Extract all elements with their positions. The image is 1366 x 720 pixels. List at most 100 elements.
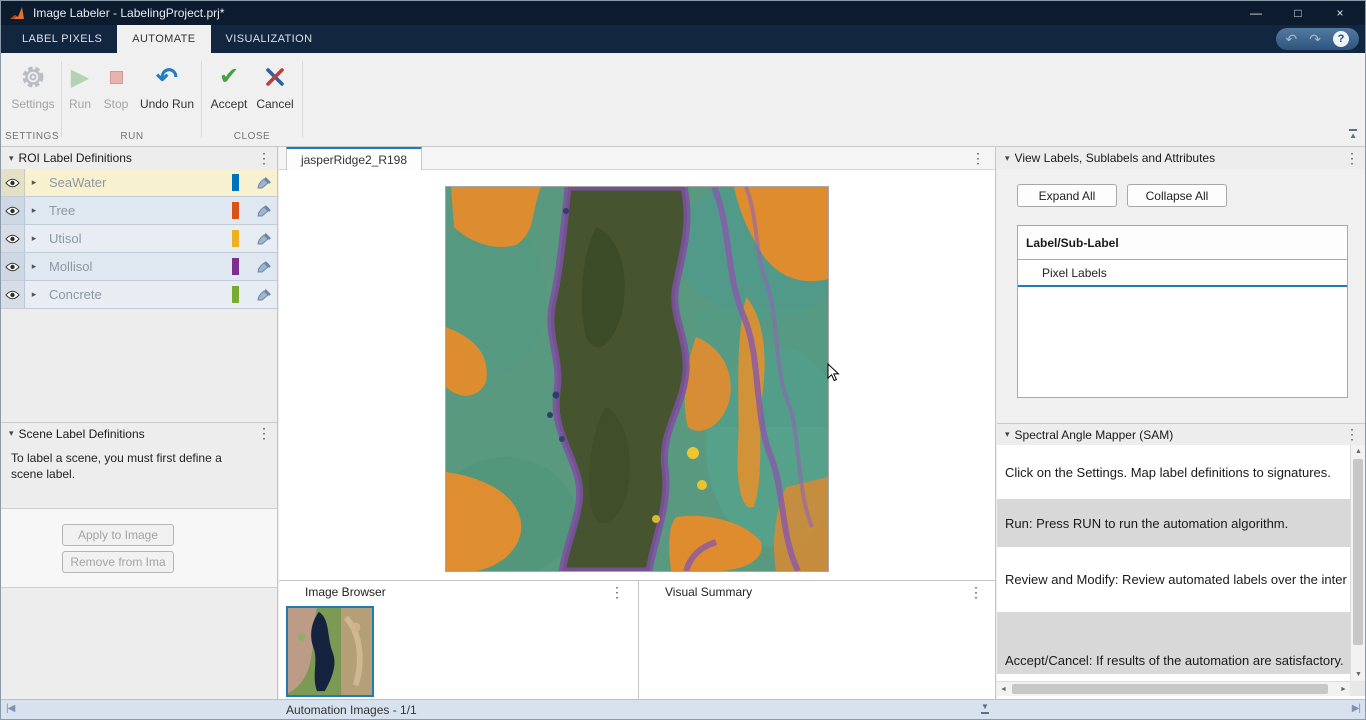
kebab-menu-icon[interactable]: ⋮ (969, 584, 983, 601)
browser-strip: Image Browser ⋮ Visual Summary ⋮ (279, 580, 995, 699)
sam-body: Click on the Settings. Map label definit… (997, 445, 1365, 699)
collapse-all-button[interactable]: Collapse All (1127, 184, 1227, 207)
horizontal-scrollbar[interactable]: ◄ ► (997, 681, 1350, 696)
cancel-label: Cancel (256, 97, 294, 111)
collapse-caret-icon[interactable]: ▾ (9, 153, 14, 164)
color-swatch[interactable] (232, 286, 239, 303)
scroll-up-icon[interactable]: ▲ (1352, 445, 1365, 458)
close-button[interactable]: × (1333, 1, 1347, 25)
brush-icon[interactable] (251, 288, 277, 302)
sam-step[interactable]: Run: Press RUN to run the automation alg… (997, 499, 1350, 547)
apply-to-image-button[interactable]: Apply to Image (62, 523, 174, 546)
minimize-button[interactable]: — (1249, 1, 1263, 25)
mouse-cursor (827, 363, 840, 382)
expander-icon[interactable]: ▸ (25, 289, 43, 300)
play-icon: ▶ (70, 63, 90, 91)
collapse-caret-icon[interactable]: ▾ (9, 428, 14, 439)
cancel-button[interactable]: Cancel (253, 61, 297, 111)
gear-icon (20, 61, 46, 93)
sam-step[interactable]: Click on the Settings. Map label definit… (997, 445, 1350, 499)
color-swatch[interactable] (232, 202, 239, 219)
stop-label: Stop (103, 97, 129, 111)
roi-label-row-tree[interactable]: ▸ Tree (1, 197, 277, 225)
redo-icon[interactable]: ↷ (1309, 32, 1321, 46)
document-tab[interactable]: jasperRidge2_R198 (286, 147, 422, 170)
classification-image[interactable] (445, 186, 829, 572)
eye-icon[interactable] (1, 197, 25, 224)
help-icon[interactable]: ? (1333, 31, 1349, 47)
stop-icon (109, 61, 123, 93)
horizontal-scroll-thumb[interactable] (1012, 684, 1328, 694)
color-swatch[interactable] (232, 174, 239, 191)
expander-icon[interactable]: ▸ (25, 261, 43, 272)
roi-label-name: Concrete (49, 287, 102, 302)
eye-icon[interactable] (1, 169, 25, 196)
scroll-right-icon[interactable]: ► (1337, 683, 1350, 696)
roi-label-row-concrete[interactable]: ▸ Concrete (1, 281, 277, 309)
vertical-scrollbar[interactable]: ▲ ▼ (1350, 445, 1365, 681)
expander-icon[interactable]: ▸ (25, 233, 43, 244)
table-row-pixel-labels[interactable]: Pixel Labels (1018, 260, 1347, 287)
accept-label: Accept (210, 97, 248, 111)
image-canvas[interactable] (279, 170, 995, 580)
tab-visualization[interactable]: VISUALIZATION (211, 25, 328, 53)
kebab-menu-icon[interactable]: ⋮ (1345, 150, 1359, 167)
kebab-menu-icon[interactable]: ⋮ (1345, 426, 1359, 443)
view-labels-panel-header: ▾ View Labels, Sublabels and Attributes … (997, 147, 1365, 169)
brush-icon[interactable] (251, 260, 277, 274)
eye-icon[interactable] (1, 253, 25, 280)
brush-icon[interactable] (251, 232, 277, 246)
undo-icon[interactable]: ↶ (1286, 32, 1298, 46)
scene-panel-title: Scene Label Definitions (18, 426, 145, 441)
maximize-button[interactable]: □ (1291, 1, 1305, 25)
expand-all-button[interactable]: Expand All (1017, 184, 1117, 207)
expander-icon[interactable]: ▸ (25, 205, 43, 216)
toolbar-divider (61, 61, 62, 137)
titlebar: Image Labeler - LabelingProject.prj* — □… (1, 1, 1365, 25)
label-sublabel-table: Label/Sub-Label Pixel Labels (1017, 225, 1348, 398)
kebab-menu-icon[interactable]: ⋮ (971, 150, 985, 167)
color-swatch[interactable] (232, 230, 239, 247)
expander-icon[interactable]: ▸ (25, 177, 43, 188)
tab-label-pixels[interactable]: LABEL PIXELS (7, 25, 117, 53)
tab-automate[interactable]: AUTOMATE (117, 25, 211, 53)
sam-panel-title: Spectral Angle Mapper (SAM) (1014, 427, 1174, 442)
undo-run-button[interactable]: ↶ Undo Run (135, 61, 199, 111)
toolbar-divider (302, 61, 303, 137)
scroll-left-icon[interactable]: ◄ (997, 683, 1010, 696)
stop-button[interactable]: Stop (99, 61, 133, 111)
kebab-menu-icon[interactable]: ⋮ (257, 150, 271, 167)
kebab-menu-icon[interactable]: ⋮ (610, 584, 624, 601)
last-image-icon[interactable]: ▶| (1352, 703, 1361, 714)
sam-step[interactable]: Accept/Cancel: If results of the automat… (997, 612, 1350, 674)
scroll-down-icon[interactable]: ▼ (1352, 668, 1365, 681)
collapse-caret-icon[interactable]: ▾ (1005, 153, 1010, 164)
run-button[interactable]: ▶ Run (63, 61, 97, 112)
roi-label-name: Tree (49, 203, 76, 218)
brush-icon[interactable] (251, 204, 277, 218)
roi-label-row-utisol[interactable]: ▸ Utisol (1, 225, 277, 253)
collapse-caret-icon[interactable]: ▾ (1005, 429, 1010, 440)
collapse-toolstrip-icon[interactable]: ▲ (1349, 129, 1357, 140)
accept-button[interactable]: ✔ Accept (207, 61, 251, 112)
roi-label-row-mollisol[interactable]: ▸ Mollisol (1, 253, 277, 281)
thumbnail-image[interactable] (286, 606, 374, 697)
eye-icon[interactable] (1, 225, 25, 252)
remove-from-image-button[interactable]: Remove from Ima (62, 550, 174, 573)
vertical-scroll-thumb[interactable] (1353, 459, 1363, 645)
color-swatch[interactable] (232, 258, 239, 275)
first-image-icon[interactable]: |◀ (6, 703, 15, 714)
brush-icon[interactable] (251, 176, 277, 190)
collapse-panel-icon[interactable]: ▼ (981, 703, 989, 714)
roi-label-row-seawater[interactable]: ▸ SeaWater (1, 169, 277, 197)
left-pane: ▾ ROI Label Definitions ⋮ ▸ SeaWater ▸ T… (1, 147, 278, 699)
settings-button[interactable]: Settings (5, 61, 61, 111)
window-controls: — □ × (1249, 1, 1357, 25)
kebab-menu-icon[interactable]: ⋮ (257, 425, 271, 442)
undo-arrow-icon: ↶ (156, 62, 178, 92)
matlab-logo-icon (10, 7, 24, 19)
sam-panel-header: ▾ Spectral Angle Mapper (SAM) ⋮ (997, 423, 1365, 445)
eye-icon[interactable] (1, 281, 25, 308)
sam-step[interactable]: Review and Modify: Review automated labe… (997, 547, 1350, 612)
group-caption-settings: SETTINGS (4, 131, 59, 142)
